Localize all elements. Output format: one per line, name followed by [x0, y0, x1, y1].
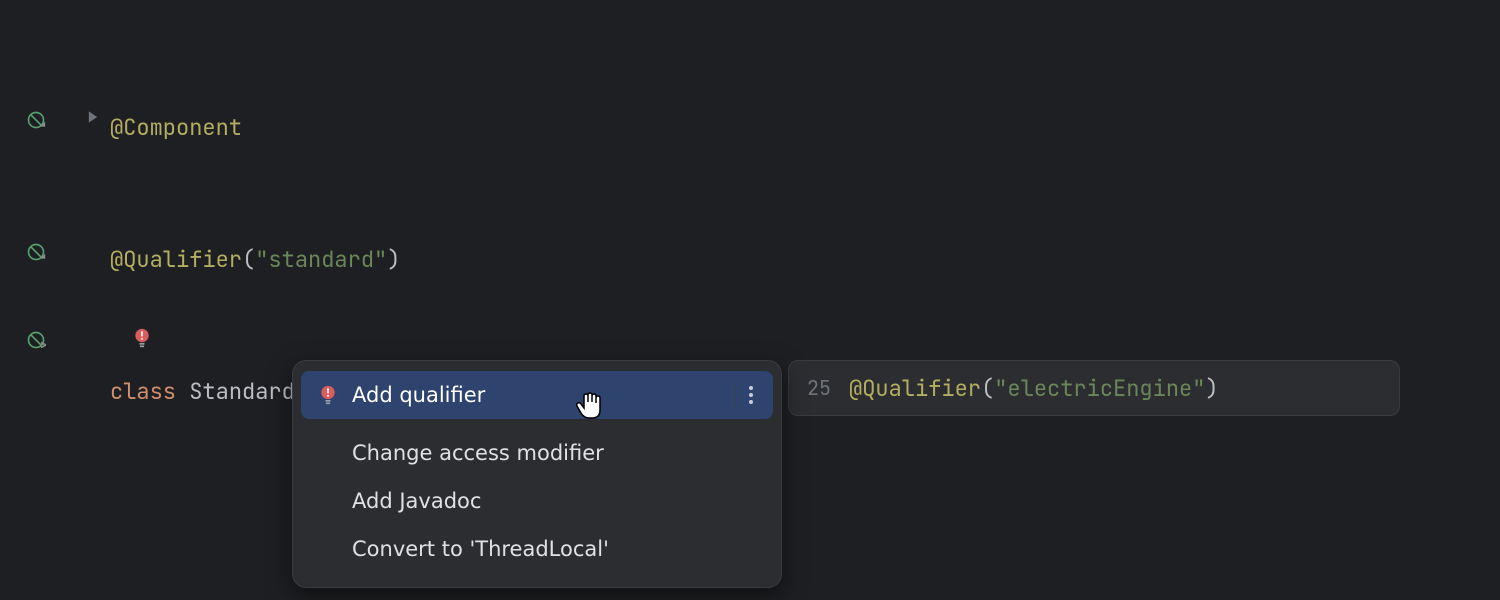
no-entry-icon[interactable]: [24, 240, 48, 264]
code-editor[interactable]: @Component @Qualifier("standard") class …: [0, 0, 1500, 600]
no-entry-icon[interactable]: [24, 108, 48, 132]
annotation-qualifier: @Qualifier: [110, 238, 242, 282]
separator: [732, 382, 733, 408]
intention-label: Convert to 'ThreadLocal': [352, 537, 761, 561]
error-bulb-icon: [317, 384, 339, 406]
preview-line-number: 25: [807, 375, 831, 401]
spacer-icon: [317, 538, 339, 560]
qualifier-value: "electricEngine": [994, 374, 1205, 403]
intention-item-add-qualifier[interactable]: Add qualifier: [301, 371, 773, 419]
intention-label: Change access modifier: [352, 441, 761, 465]
spacer-icon: [317, 490, 339, 512]
intention-actions-popup: Add qualifier Change access modifier Add…: [292, 360, 782, 588]
annotation-component: @Component: [110, 106, 242, 150]
popup-gap: [293, 419, 781, 429]
intention-item-change-access[interactable]: Change access modifier: [293, 429, 781, 477]
keyword-class: class: [110, 370, 176, 414]
intention-label: Add Javadoc: [352, 489, 761, 513]
intention-item-add-javadoc[interactable]: Add Javadoc: [293, 477, 781, 525]
intention-item-convert-threadlocal[interactable]: Convert to 'ThreadLocal': [293, 525, 781, 573]
nav-bean-icon[interactable]: [24, 328, 48, 352]
intention-label: Add qualifier: [352, 383, 724, 407]
code-line[interactable]: @Component: [110, 106, 707, 150]
intention-preview: 25 @Qualifier("electricEngine"): [788, 360, 1400, 416]
more-options-icon[interactable]: [741, 386, 761, 404]
spacer-icon: [317, 442, 339, 464]
fold-toggle-icon[interactable]: [86, 110, 100, 124]
gutter: [0, 0, 70, 600]
code-line[interactable]: @Qualifier("standard"): [110, 238, 707, 282]
qualifier-value: "standard": [255, 238, 387, 282]
annotation-qualifier: @Qualifier: [849, 374, 981, 403]
